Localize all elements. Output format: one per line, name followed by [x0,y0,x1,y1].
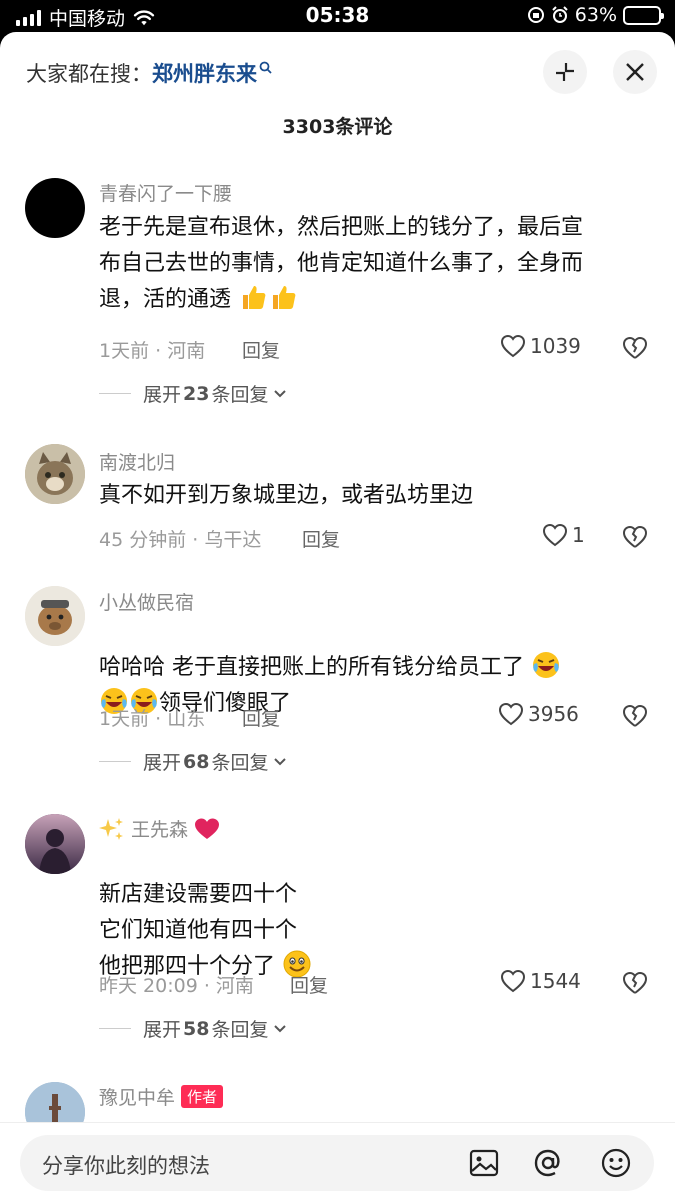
broken-heart-icon[interactable] [622,704,648,728]
chevron-down-icon [274,1024,287,1032]
comment-line: 新店建设需要四十个 [99,882,298,907]
reply-button[interactable]: 回复 [290,971,328,998]
like-button[interactable]: 1544 [500,969,581,993]
capybara-avatar-image [25,586,85,646]
comment-line: 真不如开到万象城里边，或者弘坊里边 [99,483,474,508]
cat-avatar-image [25,444,85,504]
broken-heart-icon[interactable] [622,971,648,995]
red-heart-emoji [195,818,220,839]
like-button[interactable]: 3956 [498,702,579,726]
comment-line: 哈哈哈 老于直接把账上的所有钱分给员工了 [99,655,524,680]
heart-outline-icon [500,334,526,358]
heart-outline-icon [498,702,524,726]
divider-line [99,761,131,762]
comment-line: 它们知道他有四十个 [99,918,298,943]
avatar[interactable] [25,444,85,504]
expand-suffix: 条回复 [211,1019,269,1041]
comment-meta: 1天前 · 山东 [99,708,206,730]
comment-meta: 昨天 20:09 · 河南 [99,975,254,997]
comment-username-text: 王先森 [131,819,189,841]
comment-input[interactable]: 分享你此刻的想法 [20,1135,654,1191]
comment-text: 老于先是宣布退休，然后把账上的钱分了，最后宣 布自己去世的事情，他肯定知道什么事… [99,210,649,318]
expand-prefix: 展开 [143,1019,182,1041]
at-icon[interactable] [532,1147,564,1179]
comment-input-bar: 分享你此刻的想法 [0,1122,675,1200]
search-icon [259,61,272,74]
avatar[interactable] [25,586,85,646]
comment-username[interactable]: 豫见中牟 作者 [99,1083,224,1110]
reply-button[interactable]: 回复 [302,525,340,552]
battery-percent: 63% [574,4,617,26]
chevron-down-icon [274,389,287,397]
alarm-icon [552,6,568,23]
expand-replies-button[interactable]: 展开 68 条回复 [99,748,288,775]
comment-line-wrap: 哈哈哈 老于直接把账上的所有钱分给员工了 [99,650,649,686]
heart-outline-icon [542,523,568,547]
chevron-down-icon [274,757,287,765]
like-count: 3956 [528,702,579,726]
comment-username[interactable]: 小丛做民宿 [99,588,194,615]
comment-meta: 45 分钟前 · 乌干达 [99,529,262,551]
like-count: 1544 [530,969,581,993]
comment-line: 老于先是宣布退休，然后把账上的钱分了，最后宣 [99,215,584,240]
silhouette-avatar-image [25,814,85,874]
hot-search-label: 大家都在搜： [26,62,152,86]
reply-button[interactable]: 回复 [242,704,280,731]
thumbs-up-emoji [243,286,266,309]
collapse-icon [556,63,574,81]
author-badge: 作者 [181,1085,224,1108]
like-count: 1 [572,523,585,547]
comment-username-text: 豫见中牟 [99,1087,176,1109]
expand-suffix: 条回复 [211,384,269,406]
sparkles-emoji [99,817,123,840]
battery-icon [623,5,664,25]
heart-outline-icon [500,969,526,993]
avatar[interactable] [25,178,85,238]
expand-replies-button[interactable]: 展开 58 条回复 [99,1015,288,1042]
divider-line [99,1028,131,1029]
close-icon [626,63,644,81]
laughing-crying-emoji [533,652,559,678]
like-button[interactable]: 1039 [500,334,581,358]
expand-replies-button[interactable]: 展开 23 条回复 [99,380,288,407]
comment-username[interactable]: 王先森 [99,815,220,842]
hot-search[interactable]: 大家都在搜： 郑州胖东来 [26,58,273,88]
reply-count: 23 [183,382,210,405]
expand-suffix: 条回复 [211,752,269,774]
close-button[interactable] [613,50,657,94]
image-icon[interactable] [468,1147,500,1179]
comment-line-wrap: 退，活的通透 [99,282,649,318]
comment-count: 3303条评论 [282,116,393,138]
comment-line: 布自己去世的事情，他肯定知道什么事了，全身而 [99,251,584,276]
like-button[interactable]: 1 [542,523,585,547]
comment-username[interactable]: 青春闪了一下腰 [99,179,232,206]
status-bar: 中国移动 05:38 63% [0,0,675,32]
expand-prefix: 展开 [143,752,182,774]
reply-count: 58 [183,1017,210,1040]
like-count: 1039 [530,334,581,358]
comment-sheet: 大家都在搜： 郑州胖东来 3303条评论 青春闪了一下腰 老于先是宣布退休，然后… [0,32,675,1200]
thumbs-up-emoji [273,286,296,309]
expand-prefix: 展开 [143,384,182,406]
reply-button[interactable]: 回复 [242,336,280,363]
comment-line: 退，活的通透 [99,287,232,312]
divider-line [99,393,131,394]
avatar[interactable] [25,814,85,874]
comment-meta: 1天前 · 河南 [99,340,206,362]
broken-heart-icon[interactable] [622,336,648,360]
orientation-lock-icon [527,7,544,23]
broken-heart-icon[interactable] [622,525,648,549]
comment-text: 真不如开到万象城里边，或者弘坊里边 [99,478,649,514]
comment-input-placeholder: 分享你此刻的想法 [42,1154,210,1178]
hot-search-term[interactable]: 郑州胖东来 [152,58,257,88]
emoji-icon[interactable] [600,1147,632,1179]
collapse-button[interactable] [543,50,587,94]
reply-count: 68 [183,750,210,773]
comment-username[interactable]: 南渡北归 [99,448,175,475]
